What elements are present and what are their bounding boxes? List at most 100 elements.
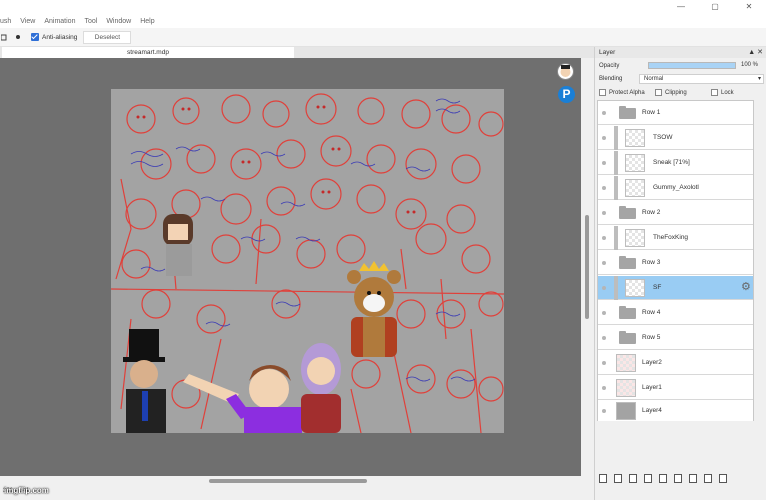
layer-folder-row5[interactable]: Row 5 — [598, 326, 753, 350]
artwork-canvas[interactable] — [111, 89, 504, 433]
visibility-eye-icon[interactable] — [602, 286, 606, 290]
title-bar: — ▢ ✕ — [0, 0, 766, 14]
layer-name: Row 5 — [642, 334, 661, 341]
menu-tool[interactable]: Tool — [79, 18, 101, 25]
horizontal-scrollbar[interactable] — [0, 476, 594, 486]
delete-layer-icon[interactable] — [719, 473, 727, 483]
layer-folder-row3[interactable]: Row 3 — [598, 251, 753, 275]
visibility-eye-icon[interactable] — [602, 211, 606, 215]
panel-controls[interactable]: ▲ ✕ — [748, 48, 763, 56]
layer-name: Gummy_Axolotl — [653, 184, 699, 191]
visibility-eye-icon[interactable] — [602, 261, 606, 265]
folder-icon — [619, 306, 636, 319]
new-1bit-layer-icon[interactable] — [644, 473, 652, 483]
new-folder-icon[interactable] — [659, 473, 667, 483]
layer-name: Row 3 — [642, 259, 661, 266]
maximize-button[interactable]: ▢ — [698, 0, 732, 14]
layer-sneak[interactable]: Sneak [71%] — [598, 151, 753, 175]
visibility-eye-icon[interactable] — [602, 336, 606, 340]
layer-folder-row2[interactable]: Row 2 — [598, 201, 753, 225]
menu-brush[interactable]: ush — [0, 18, 15, 25]
layer-thumbnail — [616, 354, 636, 372]
lock-option[interactable]: Lock — [711, 89, 734, 96]
document-tab[interactable]: streamart.mdp — [2, 47, 294, 58]
visibility-eye-icon[interactable] — [602, 186, 606, 190]
visibility-eye-icon[interactable] — [602, 136, 606, 140]
duplicate-layer-icon[interactable] — [674, 473, 682, 483]
visibility-eye-icon[interactable] — [602, 111, 606, 115]
layer-thumbnail — [616, 402, 636, 420]
menu-help[interactable]: Help — [135, 18, 158, 25]
opacity-label: Opacity — [599, 63, 620, 69]
minimize-button[interactable]: — — [664, 0, 698, 14]
layer-thumbnail — [625, 179, 645, 197]
visibility-eye-icon[interactable] — [602, 386, 606, 390]
horizontal-scroll-thumb[interactable] — [209, 479, 367, 483]
layer-name: Row 1 — [642, 109, 661, 116]
chevron-down-icon: ▾ — [757, 76, 761, 82]
character-purple-shirt — [183, 365, 302, 433]
layer-name: TheFoxKing — [653, 234, 689, 241]
layer-panel: Layer ▲ ✕ Opacity 100 % Blending Normal … — [594, 47, 766, 500]
visibility-eye-icon[interactable] — [602, 311, 606, 315]
lock-checkbox[interactable] — [711, 89, 718, 96]
antialias-checkbox[interactable] — [31, 33, 39, 41]
vertical-scroll-thumb[interactable] — [585, 215, 589, 319]
layer-tsow[interactable]: TSOW — [598, 126, 753, 150]
merge-down-icon[interactable] — [689, 473, 697, 483]
clipping-checkbox[interactable] — [655, 89, 662, 96]
protect-alpha-option[interactable]: Protect Alpha — [599, 89, 645, 96]
layer-thumbnail — [616, 379, 636, 397]
layer-name: Layer2 — [642, 359, 662, 366]
paint-app-window: — ▢ ✕ ush View Animation Tool Window Hel… — [0, 0, 766, 500]
layer-layer4[interactable]: Layer4 — [598, 401, 753, 421]
layer-thumbnail — [625, 229, 645, 247]
deselect-button[interactable]: Deselect — [83, 30, 132, 44]
layer-sf-selected[interactable]: SF ⚙ — [598, 276, 753, 300]
layer-gummy-axolotl[interactable]: Gummy_Axolotl — [598, 176, 753, 200]
folder-icon — [619, 206, 636, 219]
layer-panel-title: Layer — [599, 49, 616, 56]
menu-window[interactable]: Window — [101, 18, 135, 25]
visibility-eye-icon[interactable] — [602, 236, 606, 240]
folder-indent — [614, 226, 618, 250]
new-halftone-layer-icon[interactable] — [614, 473, 622, 483]
protect-alpha-label: Protect Alpha — [609, 89, 645, 96]
layer-layer1[interactable]: Layer1 — [598, 376, 753, 400]
p-account-icon[interactable]: P — [558, 86, 575, 103]
folder-indent — [614, 276, 618, 300]
opacity-slider[interactable] — [648, 62, 736, 69]
antialias-label: Anti-aliasing — [42, 33, 78, 41]
visibility-eye-icon[interactable] — [602, 409, 606, 413]
brush-size-icon[interactable] — [1, 34, 8, 41]
status-bar: 361 x 341 — [0, 486, 594, 500]
vertical-scrollbar[interactable] — [581, 58, 594, 476]
visibility-eye-icon[interactable] — [602, 161, 606, 165]
menu-view[interactable]: View — [15, 18, 39, 25]
folder-icon — [619, 106, 636, 119]
menu-animation[interactable]: Animation — [39, 18, 79, 25]
canvas-area[interactable]: P — [0, 58, 581, 476]
gear-icon[interactable]: ⚙ — [741, 281, 751, 293]
close-button[interactable]: ✕ — [732, 0, 766, 14]
protect-alpha-checkbox[interactable] — [599, 89, 606, 96]
layer-thefoxking[interactable]: TheFoxKing — [598, 226, 753, 250]
brush-dot-icon[interactable] — [16, 35, 20, 39]
layer-name: Sneak [71%] — [653, 159, 690, 166]
clipping-option[interactable]: Clipping — [655, 89, 687, 96]
layer-folder-row4[interactable]: Row 4 — [598, 301, 753, 325]
folder-icon — [619, 256, 636, 269]
layer-list-scrollbar[interactable] — [755, 100, 765, 421]
folder-icon — [619, 331, 636, 344]
new-layer-icon[interactable] — [599, 473, 607, 483]
layer-layer2[interactable]: Layer2 — [598, 351, 753, 375]
new-8bit-layer-icon[interactable] — [629, 473, 637, 483]
layer-folder-row1[interactable]: Row 1 — [598, 101, 753, 125]
visibility-eye-icon[interactable] — [602, 361, 606, 365]
avatar-icon[interactable] — [557, 63, 574, 80]
blending-select[interactable]: Normal ▾ — [639, 74, 764, 84]
character-top-hat-man — [123, 329, 166, 433]
layer-thumbnail — [625, 129, 645, 147]
tool-options-bar: Anti-aliasing Deselect — [0, 28, 766, 47]
clear-layer-icon[interactable] — [704, 473, 712, 483]
